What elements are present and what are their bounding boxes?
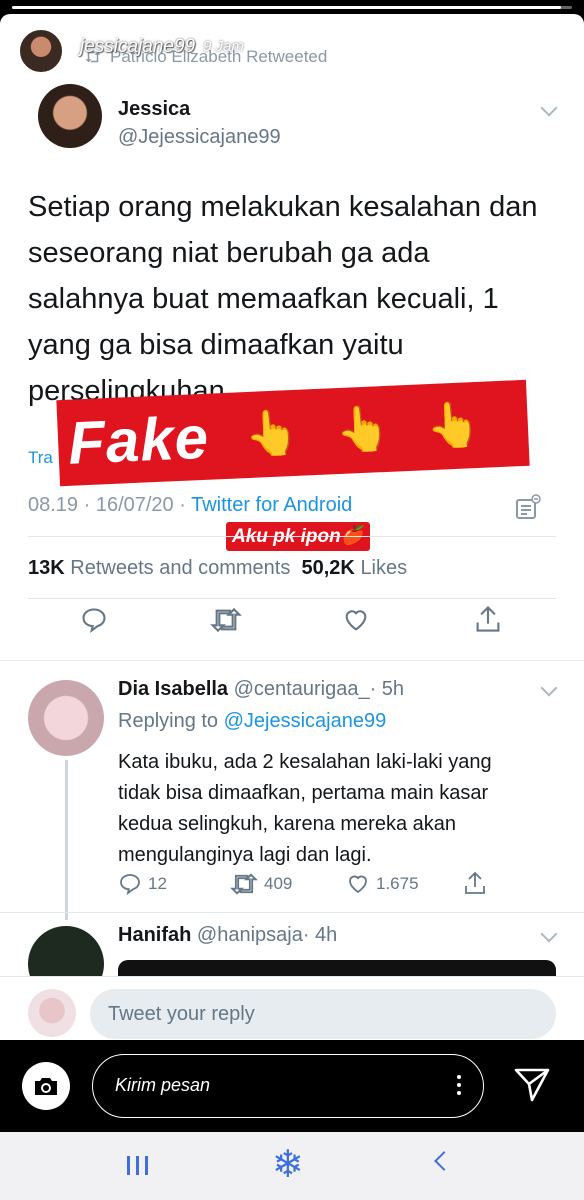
reply-age: · 5h (369, 678, 405, 700)
pointing-up-hand-icon: 👆 (334, 403, 392, 456)
retweets-count: 13K (28, 557, 65, 579)
message-placeholder: Kirim pesan (115, 1075, 211, 1095)
tweet-meta: 08.19 · 16/07/20 · Twitter for Android (28, 494, 352, 517)
send-message-input[interactable]: Kirim pesan (92, 1054, 484, 1118)
story-time: 9 Jam (203, 38, 244, 55)
author-name[interactable]: Jessica (118, 98, 190, 121)
reply-header: Hanifah @hanipsaja· 4h (118, 924, 337, 947)
share-icon (476, 605, 500, 632)
reply-button[interactable] (80, 606, 108, 634)
replying-prefix: Replying to (118, 710, 219, 732)
tweet-timestamp: 08.19 · 16/07/20 · (28, 494, 192, 516)
share-icon (465, 871, 485, 894)
heart-icon (345, 610, 367, 631)
engagement-counts[interactable]: 13K Retweets and comments 50,2K Likes (28, 557, 407, 580)
reply-author-handle[interactable]: @hanipsaja (197, 924, 303, 946)
reply-author-handle[interactable]: @centaurigaa_ (234, 678, 370, 700)
send-icon[interactable] (512, 1064, 552, 1104)
fake-label: Fake (66, 403, 211, 477)
comment-icon (120, 874, 140, 896)
chevron-down-icon[interactable] (540, 99, 558, 117)
reply-author-name[interactable]: Dia Isabella (118, 678, 228, 700)
retweet-icon (230, 873, 258, 895)
retweet-button[interactable] (210, 606, 242, 634)
divider (0, 660, 584, 661)
more-options-icon[interactable] (457, 1075, 461, 1099)
home-button[interactable]: ❄ (272, 1146, 304, 1184)
chevron-down-icon[interactable] (540, 679, 558, 697)
story-avatar[interactable] (18, 28, 64, 74)
story-progress-fill (12, 6, 561, 9)
system-navigation-bar: ❄ (0, 1132, 584, 1200)
reply-text: Kata ibuku, ada 2 kesalahan laki-laki ya… (118, 751, 492, 866)
reply-comment-count: 12 (148, 874, 167, 893)
tweet-text: Setiap orang melakukan kesalahan dan ses… (28, 191, 538, 407)
reply-age: · 4h (302, 924, 338, 946)
reply-retweet-count: 409 (264, 874, 293, 893)
retweet-icon (210, 607, 242, 633)
replying-to: Replying to @Jejessicajane99 (118, 710, 386, 733)
tweet-source[interactable]: Twitter for Android (191, 494, 352, 516)
retweets-label: Retweets and comments (70, 557, 291, 579)
reply-author-name[interactable]: Hanifah (118, 924, 191, 946)
heart-icon (349, 875, 367, 894)
divider (28, 536, 556, 537)
reply-comment-button[interactable]: 12 (118, 872, 167, 896)
thread-line (65, 760, 68, 920)
like-button[interactable] (342, 606, 370, 634)
pointing-up-hand-icon: 👆 (425, 399, 483, 452)
camera-icon (35, 1078, 57, 1095)
tweet-reply-input[interactable]: Tweet your reply (90, 989, 556, 1039)
translate-link[interactable]: Tra (28, 448, 53, 468)
story-username[interactable]: jessicajane99 (80, 36, 195, 58)
likes-label: Likes (360, 557, 408, 579)
reply-like-count: 1.675 (376, 874, 419, 893)
recent-apps-button[interactable] (127, 1156, 148, 1175)
reply-header: Dia Isabella @centaurigaa_· 5h (118, 678, 404, 701)
chevron-down-icon[interactable] (540, 925, 558, 943)
reply-composer: Tweet your reply (0, 976, 584, 1040)
reply-retweet-button[interactable]: 409 (230, 872, 292, 896)
story-progress-bar (12, 6, 572, 9)
author-avatar[interactable] (38, 84, 102, 148)
share-button[interactable] (474, 604, 502, 634)
my-avatar (28, 989, 76, 1037)
pointing-up-hand-icon: 👆 (243, 407, 301, 460)
replying-to-handle[interactable]: @Jejessicajane99 (224, 710, 387, 732)
divider (28, 598, 556, 599)
reply-share-button[interactable] (463, 870, 487, 896)
divider (0, 912, 584, 913)
tweet-screenshot: Patricio Elizabeth Retweeted jessicajane… (0, 14, 584, 1040)
reply-like-button[interactable]: 1.675 (346, 872, 419, 896)
back-button[interactable] (434, 1151, 454, 1171)
camera-button[interactable] (22, 1062, 70, 1110)
analytics-icon[interactable] (515, 494, 541, 520)
likes-count: 50,2K (301, 557, 355, 579)
comment-icon (82, 608, 106, 633)
author-handle[interactable]: @Jejessicajane99 (118, 126, 281, 149)
reply-avatar[interactable] (28, 680, 104, 756)
